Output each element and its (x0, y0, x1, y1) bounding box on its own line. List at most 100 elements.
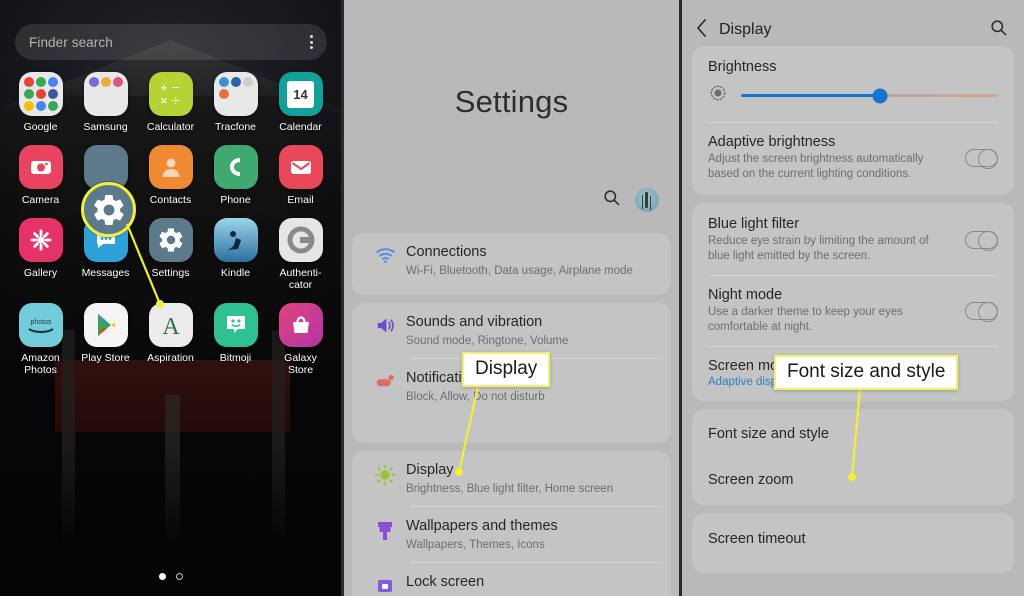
settings-item-lock-screen[interactable]: Lock screen (352, 563, 671, 596)
app-email[interactable]: Email (268, 145, 333, 206)
tutorial-screenshot: Finder search Google Samsung + − × ÷ Cal… (0, 0, 1024, 596)
app-label: Calendar (279, 121, 322, 133)
app-settings[interactable]: Settings (138, 218, 203, 291)
calculator-icon: + − × ÷ (148, 72, 193, 116)
app-amazon-photos[interactable]: photos Amazon Photos (8, 303, 73, 376)
settings-item-wallpapers-and-themes[interactable]: Wallpapers and themes Wallpapers, Themes… (352, 507, 671, 563)
settings-item-subtitle: Wi-Fi, Bluetooth, Data usage, Airplane m… (406, 265, 633, 277)
display-page-title: Display (719, 21, 772, 38)
display-card-timeout: Screen timeout (692, 513, 1014, 573)
display-row-font-size-and-style[interactable]: Font size and style (692, 411, 1014, 457)
play-store-icon (83, 303, 128, 347)
app-label: Amazon Photos (21, 352, 60, 376)
settings-item-title: Lock screen (406, 574, 485, 590)
settings-item-subtitle: Brightness, Blue light filter, Home scre… (406, 483, 614, 495)
authenticator-icon (278, 218, 323, 262)
app-camera[interactable]: Camera (8, 145, 73, 206)
app-authenticator[interactable]: Authenti- cator (268, 218, 333, 291)
notifications-icon (370, 372, 400, 390)
settings-item-display[interactable]: Display Brightness, Blue light filter, H… (352, 451, 671, 507)
app-icon-grid: Google Samsung + − × ÷ Calculator Tracfo… (0, 72, 341, 376)
app-tracfone[interactable]: Tracfone (203, 72, 268, 133)
brightness-slider-thumb[interactable] (872, 88, 888, 103)
svg-text:÷: ÷ (172, 93, 179, 108)
app-label: Samsung (83, 121, 128, 133)
app-label: Settings (151, 267, 190, 279)
row-label: Blue light filter (708, 216, 800, 232)
app-gallery[interactable]: Gallery (8, 218, 73, 291)
galaxy-store-icon (278, 303, 323, 347)
display-row-screen-timeout[interactable]: Screen timeout (692, 515, 1014, 571)
brightness-slider-fill (741, 94, 880, 97)
brightness-icon (708, 83, 728, 108)
brightness-slider-track[interactable] (741, 88, 998, 103)
svg-text:A: A (162, 314, 180, 340)
app-aspiration[interactable]: A Aspiration (138, 303, 203, 376)
settings-item-sounds-and-vibration[interactable]: Sounds and vibration Sound mode, Rington… (352, 303, 671, 359)
settings-gear-icon (93, 194, 124, 225)
overflow-menu-icon[interactable] (310, 35, 313, 49)
settings-screen-panel: Settings Connections Wi-Fi, Bluetooth, D… (341, 0, 682, 596)
email-icon (278, 145, 323, 189)
display-row-adaptive-brightness[interactable]: Adaptive brightness Adjust the screen br… (692, 123, 1014, 193)
callout-display: Display (462, 352, 551, 387)
settings-item-title: Sounds and vibration (406, 314, 543, 330)
phone-icon (213, 145, 258, 189)
page-dot-inactive[interactable] (175, 573, 183, 580)
app-label: Email (287, 194, 314, 206)
paintbrush-icon (370, 520, 400, 542)
display-card-font-zoom: Font size and style Screen zoom (692, 409, 1014, 505)
svg-text:photos: photos (30, 319, 52, 326)
app-play-store[interactable]: Play Store (73, 303, 138, 376)
app-bitmoji[interactable]: Bitmoji (203, 303, 268, 376)
app-contacts[interactable]: Contacts (138, 145, 203, 206)
search-icon[interactable] (602, 188, 621, 212)
page-title: Settings (454, 84, 569, 119)
app-label: Galaxy Store (284, 352, 317, 376)
app-label: Bitmoji (219, 352, 252, 364)
back-chevron-icon[interactable] (696, 19, 707, 41)
app-label: Tracfone (214, 121, 257, 133)
settings-item-title: Connections (406, 244, 487, 260)
settings-item-subtitle: Sound mode, Ringtone, Volume (406, 335, 569, 347)
settings-item-title: Wallpapers and themes (406, 518, 558, 534)
svg-text:×: × (160, 93, 168, 108)
settings-item-connections[interactable]: Connections Wi-Fi, Bluetooth, Data usage… (352, 233, 671, 289)
display-row-screen-zoom[interactable]: Screen zoom (692, 457, 1014, 503)
app-galaxy-store[interactable]: Galaxy Store (268, 303, 333, 376)
blue-light-filter-toggle[interactable] (965, 230, 998, 251)
night-mode-toggle[interactable] (965, 301, 998, 322)
finder-search-bar[interactable]: Finder search (15, 24, 327, 60)
avatar[interactable] (635, 188, 659, 212)
page-dot-active[interactable] (158, 573, 166, 580)
adaptive-brightness-toggle[interactable] (965, 148, 998, 169)
app-google[interactable]: Google (8, 72, 73, 133)
wifi-icon (370, 246, 400, 264)
app-label: Play Store (81, 352, 130, 364)
tracfone-folder-icon (213, 72, 258, 116)
search-icon[interactable] (989, 18, 1008, 42)
home-page-indicator (0, 573, 341, 580)
display-row-night-mode[interactable]: Night mode Use a darker theme to keep yo… (692, 276, 1014, 346)
display-settings-panel: Display Brightness Adaptive brightness A… (682, 0, 1024, 596)
app-kindle[interactable]: Kindle (203, 218, 268, 291)
samsung-folder-icon (83, 72, 128, 116)
app-label: Calculator (146, 121, 195, 133)
brightness-section: Brightness (692, 48, 1014, 81)
contacts-icon (148, 145, 193, 189)
settings-item-subtitle: Block, Allow, Do not disturb (406, 391, 545, 403)
brightness-slider-row[interactable] (692, 81, 1014, 122)
speaker-icon (370, 316, 400, 335)
app-phone[interactable]: Phone (203, 145, 268, 206)
display-row-blue-light-filter[interactable]: Blue light filter Reduce eye strain by l… (692, 205, 1014, 275)
settings-item-subtitle: Wallpapers, Themes, Icons (406, 539, 545, 551)
kindle-icon (213, 218, 258, 262)
row-label: Screen timeout (708, 531, 806, 547)
app-samsung[interactable]: Samsung (73, 72, 138, 133)
app-calculator[interactable]: + − × ÷ Calculator (138, 72, 203, 133)
settings-header-actions (602, 188, 659, 212)
row-label: Screen zoom (708, 472, 794, 488)
app-calendar[interactable]: 14 Calendar (268, 72, 333, 133)
callout-font-size-and-style: Font size and style (774, 355, 959, 390)
app-label: Phone (220, 194, 251, 206)
